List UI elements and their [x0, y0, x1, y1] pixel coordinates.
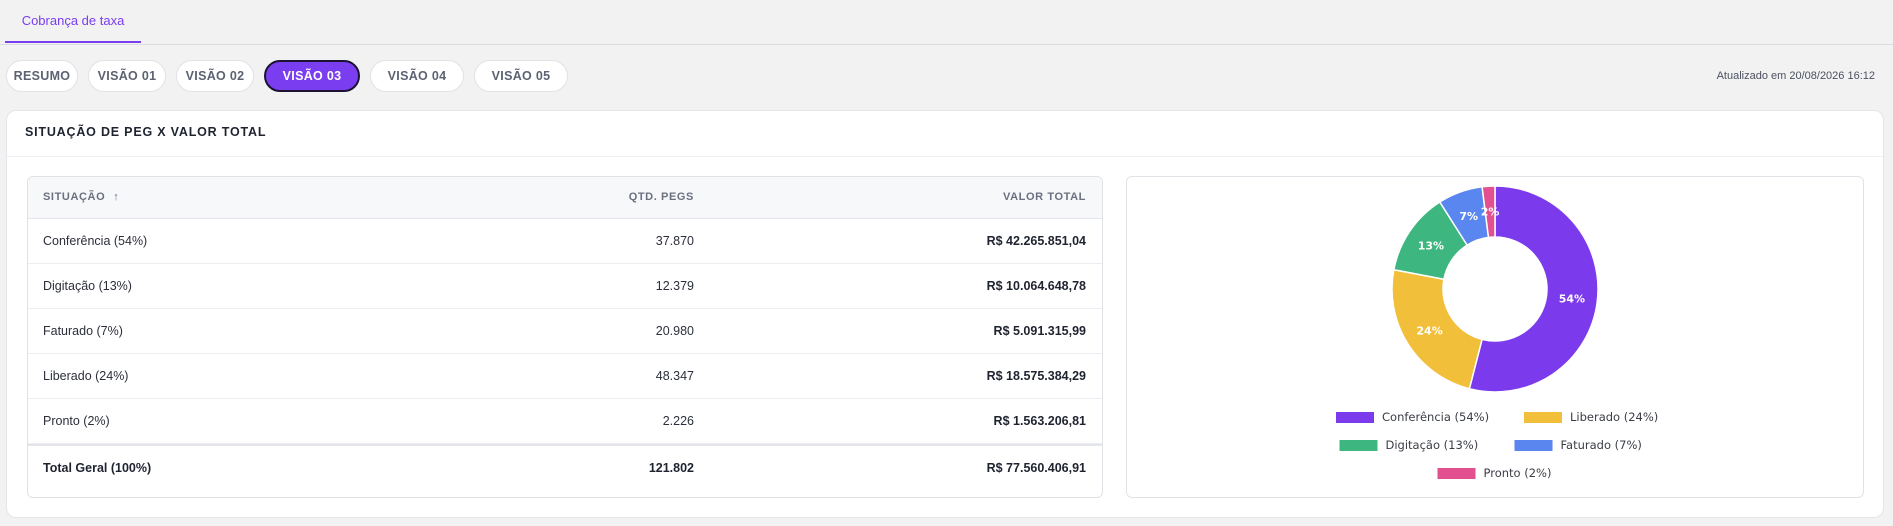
arrow-up-icon[interactable]: ↑ — [113, 191, 119, 203]
cell-situacao: Liberado (24%) — [43, 369, 129, 383]
cell-situacao: Faturado (7%) — [43, 324, 123, 338]
cell-situacao: Digitação (13%) — [43, 279, 132, 293]
donut-chart: 54% 24% 13% 7% 2% Conferência (54%) Liberado (… — [1336, 185, 1658, 480]
legend-swatch — [1339, 440, 1378, 451]
pill-resumo[interactable]: RESUMO — [6, 60, 78, 92]
legend-swatch — [1336, 412, 1374, 423]
cell-qtd: 48.347 — [655, 369, 694, 383]
cell-qtd: 37.870 — [655, 234, 694, 248]
legend-label: Conferência (54%) — [1382, 410, 1489, 424]
header-valor-total[interactable]: VALOR TOTAL — [1003, 191, 1086, 203]
pill-visao-05[interactable]: VISÃO 05 — [474, 60, 568, 92]
updated-timestamp: Atualizado em 20/08/2026 16:12 — [1716, 70, 1875, 82]
legend-item-digitação[interactable]: Digitação (13%) — [1339, 438, 1479, 452]
table-row: Liberado (24%) 48.347 R$ 18.575.384,29 — [28, 354, 1102, 399]
header-situacao[interactable]: SITUAÇÃO ↑ — [43, 191, 119, 203]
legend-swatch — [1514, 440, 1553, 451]
cell-qtd: 20.980 — [655, 324, 694, 338]
table-total-row: Total Geral (100%) 121.802 R$ 77.560.406… — [28, 444, 1102, 490]
pill-visao-02[interactable]: VISÃO 02 — [176, 60, 254, 92]
situacao-table: SITUAÇÃO ↑ QTD. PEGS VALOR TOTAL Conferên… — [27, 176, 1103, 498]
table-row: Conferência (54%) 37.870 R$ 42.265.851,0… — [28, 219, 1102, 264]
tab-cobranca-de-taxa[interactable]: Cobrança de taxa — [5, 0, 141, 43]
slice-label: 13% — [1418, 239, 1444, 252]
slice-label: 2% — [1481, 206, 1500, 219]
cell-valor: R$ 42.265.851,04 — [986, 234, 1086, 248]
cell-qtd: 12.379 — [655, 279, 694, 293]
total-label: Total Geral (100%) — [43, 461, 152, 475]
pill-visao-01[interactable]: VISÃO 01 — [88, 60, 166, 92]
cell-valor: R$ 10.064.648,78 — [986, 279, 1086, 293]
legend-swatch — [1437, 468, 1476, 479]
legend-label: Pronto (2%) — [1484, 466, 1552, 480]
legend-label: Liberado (24%) — [1570, 410, 1658, 424]
slice-label: 54% — [1559, 293, 1585, 306]
table-row: Digitação (13%) 12.379 R$ 10.064.648,78 — [28, 264, 1102, 309]
table-row: Faturado (7%) 20.980 R$ 5.091.315,99 — [28, 309, 1102, 354]
card-title: SITUAÇÃO DE PEG X VALOR TOTAL — [25, 125, 267, 139]
donut-chart-panel: 54% 24% 13% 7% 2% Conferência (54%) Liberado (… — [1126, 176, 1864, 498]
cell-valor: R$ 1.563.206,81 — [993, 414, 1086, 428]
legend-item-faturado[interactable]: Faturado (7%) — [1514, 438, 1642, 452]
cell-valor: R$ 18.575.384,29 — [986, 369, 1086, 383]
cell-situacao: Pronto (2%) — [43, 414, 110, 428]
pill-visao-03[interactable]: VISÃO 03 — [264, 60, 360, 92]
cell-situacao: Conferência (54%) — [43, 234, 148, 248]
pill-visao-04[interactable]: VISÃO 04 — [370, 60, 464, 92]
total-valor: R$ 77.560.406,91 — [986, 461, 1086, 475]
legend-label: Faturado (7%) — [1561, 438, 1642, 452]
legend-item-conferência[interactable]: Conferência (54%) — [1336, 410, 1489, 424]
legend-swatch — [1524, 412, 1562, 423]
top-tab-bar: Cobrança de taxa — [0, 0, 1893, 45]
table-row: Pronto (2%) 2.226 R$ 1.563.206,81 — [28, 399, 1102, 444]
legend-item-liberado[interactable]: Liberado (24%) — [1524, 410, 1658, 424]
total-qtd: 121.802 — [648, 461, 694, 475]
legend-label: Digitação (13%) — [1386, 438, 1479, 452]
view-pill-group: RESUMO VISÃO 01 VISÃO 02 VISÃO 03 VISÃO … — [6, 60, 568, 92]
slice-label: 24% — [1416, 325, 1442, 338]
situacao-card: SITUAÇÃO DE PEG X VALOR TOTAL SITUAÇÃO ↑ … — [6, 110, 1884, 518]
cell-qtd: 2.226 — [662, 414, 694, 428]
slice-label: 7% — [1459, 210, 1478, 223]
card-divider — [7, 156, 1883, 157]
table-header: SITUAÇÃO ↑ QTD. PEGS VALOR TOTAL — [28, 177, 1102, 219]
header-qtd-pegs[interactable]: QTD. PEGS — [629, 191, 694, 203]
cell-valor: R$ 5.091.315,99 — [993, 324, 1086, 338]
legend-item-pronto[interactable]: Pronto (2%) — [1437, 466, 1552, 480]
